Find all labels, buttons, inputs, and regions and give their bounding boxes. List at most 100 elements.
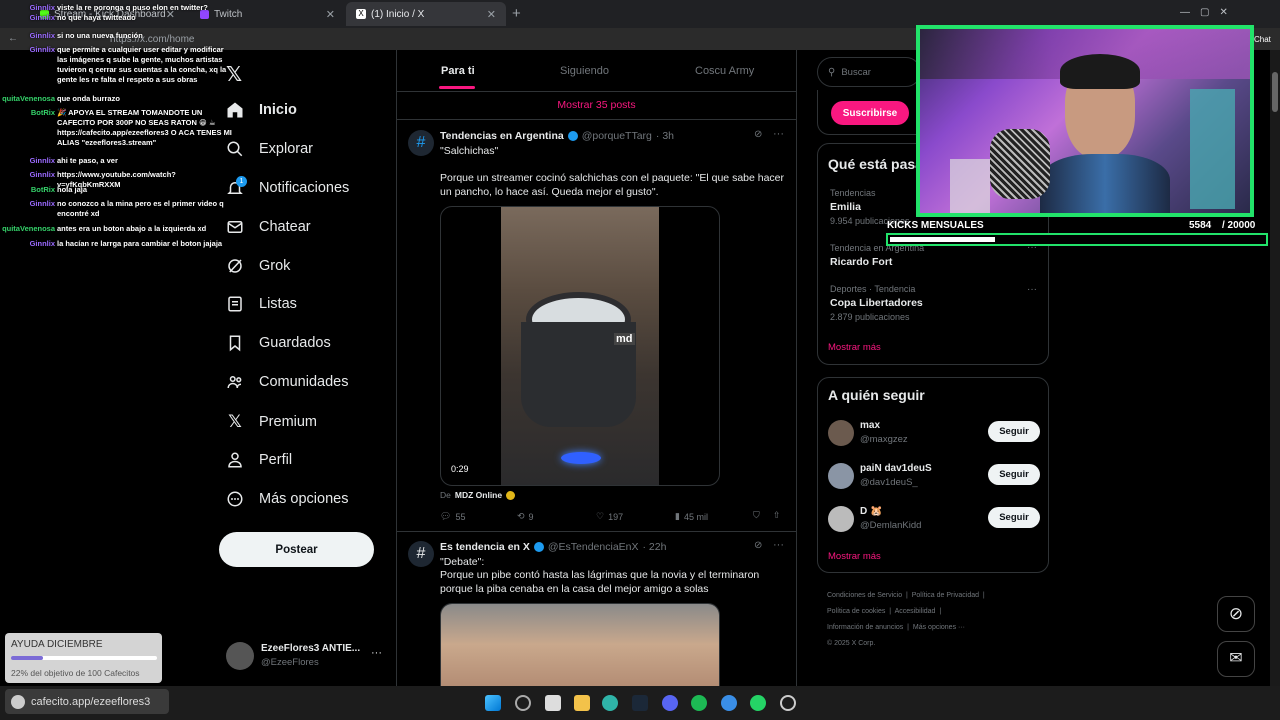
hashtag-avatar-icon[interactable]: # [408, 541, 434, 567]
search-box[interactable]: ⚲ Buscar [817, 57, 921, 87]
nav-item-explorar[interactable]: Explorar [226, 140, 313, 158]
nav-item-grok[interactable]: Grok [226, 257, 290, 275]
nav-item-premium[interactable]: 𝕏 Premium [226, 412, 317, 432]
like-action[interactable]: ♡ 197 [596, 511, 623, 522]
kicks-label: KICKS MENSUALES [887, 220, 984, 231]
subscribe-button[interactable]: Suscribirse [831, 101, 909, 125]
follow-button[interactable]: Seguir [988, 507, 1040, 528]
who-to-follow-card: A quién seguir max @maxgzez Seguir paiN … [817, 377, 1049, 573]
obs-icon[interactable] [780, 695, 796, 711]
bookmark-action[interactable]: ⛉ [753, 510, 760, 521]
post-video[interactable]: md 0:29 [440, 206, 720, 486]
app-icon[interactable] [721, 695, 737, 711]
maximize-button[interactable]: ▢ [1200, 7, 1209, 18]
chat-username[interactable]: Ginnlix [0, 3, 55, 13]
nav-label: Explorar [259, 141, 313, 157]
grok-float-button[interactable]: ⊘ [1217, 596, 1255, 632]
hashtag-avatar-icon[interactable]: # [408, 130, 434, 156]
account-handle: @EzeeFlores [261, 657, 319, 668]
grok-post-icon[interactable]: ⊘ [754, 129, 762, 140]
post-more-icon[interactable]: ··· [773, 539, 784, 551]
repost-action[interactable]: ⟲ 9 [517, 511, 534, 522]
scrollbar-thumb[interactable] [1272, 72, 1278, 112]
reply-action[interactable]: 💬︎ 55 [440, 511, 465, 522]
discord-icon[interactable] [662, 695, 678, 711]
show-new-posts[interactable]: Mostrar 35 posts [397, 92, 796, 120]
post-author[interactable]: Es tendencia en X [440, 541, 530, 553]
tab-siguiendo[interactable]: Siguiendo [560, 65, 609, 77]
chat-username[interactable]: Ginnlix [0, 156, 55, 166]
nav-item-notificaciones[interactable]: 1 Notificaciones [226, 176, 349, 197]
new-tab-button[interactable]: + [512, 5, 521, 22]
file-explorer-icon[interactable] [574, 695, 590, 711]
trends-show-more[interactable]: Mostrar más [828, 342, 881, 353]
follow-button[interactable]: Seguir [988, 464, 1040, 485]
account-more-icon[interactable]: ··· [371, 647, 382, 659]
spotify-icon[interactable] [691, 695, 707, 711]
edge-browser-icon[interactable] [602, 695, 618, 711]
footer-link[interactable]: Política de cookies [827, 608, 885, 615]
trend-item[interactable]: Deportes · Tendencia Copa Libertadores 2… [830, 284, 923, 322]
windows-start-icon[interactable] [485, 695, 501, 711]
chat-username[interactable]: Ginnlix [0, 239, 55, 249]
post-button[interactable]: Postear [219, 532, 374, 567]
tab-x-home[interactable]: X (1) Inicio / X ✕ [346, 2, 506, 26]
tab-coscu-army[interactable]: Coscu Army [695, 65, 754, 77]
whatsapp-icon[interactable] [750, 695, 766, 711]
trend-item[interactable]: Tendencia en Argentina Ricardo Fort [830, 243, 924, 271]
post-handle[interactable]: @porqueTTarg [582, 130, 652, 142]
follow-button[interactable]: Seguir [988, 421, 1040, 442]
scrollbar[interactable] [1270, 50, 1280, 686]
post-author[interactable]: Tendencias en Argentina [440, 130, 564, 142]
footer-link[interactable]: Accesibilidad [895, 608, 936, 615]
account-name[interactable]: EzeeFlores3 ANTIE... [261, 643, 360, 654]
tab-para-ti[interactable]: Para ti [441, 65, 475, 77]
views-action[interactable]: ▮ 45 mil [675, 511, 708, 522]
trend-more-icon[interactable]: ··· [1027, 284, 1037, 295]
search-taskbar-icon[interactable] [515, 695, 531, 711]
stream-chat: Ginnlix viste la re poronga q puso elon e… [0, 0, 235, 250]
follow-suggestion[interactable]: max @maxgzez Seguir [828, 418, 1040, 448]
chat-username[interactable]: Ginnlix [0, 13, 55, 23]
follow-show-more[interactable]: Mostrar más [828, 551, 881, 562]
nav-item-guardados[interactable]: Guardados [226, 334, 331, 352]
chat-username[interactable]: BotRix [0, 185, 55, 195]
footer-link[interactable]: Más opciones ··· [913, 624, 965, 631]
nav-item-chatear[interactable]: Chatear [226, 218, 311, 236]
task-view-icon[interactable] [545, 695, 561, 711]
close-tab-icon[interactable]: ✕ [326, 8, 335, 21]
nav-item-perfil[interactable]: Perfil [226, 451, 292, 469]
share-action[interactable]: ⇧ [773, 510, 781, 521]
footer-link[interactable]: Condiciones de Servicio [827, 592, 902, 599]
nav-item-comunidades[interactable]: Comunidades [226, 373, 348, 391]
close-tab-icon[interactable]: ✕ [487, 8, 496, 21]
chat-username[interactable]: Ginnlix [0, 170, 55, 180]
post-handle[interactable]: @EsTendenciaEnX [548, 541, 639, 553]
nav-item-mas-opciones[interactable]: Más opciones [226, 490, 348, 508]
account-avatar[interactable] [226, 642, 254, 670]
minimize-button[interactable]: — [1180, 7, 1190, 18]
chat-message: quitaVenenosa que onda burrazo [0, 94, 235, 104]
source-name[interactable]: MDZ Online [455, 490, 502, 500]
footer-link[interactable]: Información de anuncios [827, 624, 903, 631]
chat-username[interactable]: Ginnlix [0, 199, 55, 209]
follow-suggestion[interactable]: paiN dav1deuS @dav1deuS_ Seguir [828, 461, 1040, 491]
post-more-icon[interactable]: ··· [773, 128, 784, 140]
chat-username[interactable]: quitaVenenosa [0, 224, 55, 234]
footer-link[interactable]: Política de Privacidad [912, 592, 979, 599]
chat-username[interactable]: quitaVenenosa [0, 94, 55, 104]
steam-icon[interactable] [632, 695, 648, 711]
grok-post-icon[interactable]: ⊘ [754, 540, 762, 551]
post-image[interactable] [440, 603, 720, 693]
cup-object [950, 159, 990, 213]
nav-item-listas[interactable]: Listas [226, 295, 297, 313]
chat-username[interactable]: Ginnlix [0, 45, 55, 55]
search-input[interactable]: Buscar [841, 67, 871, 78]
mdz-watermark: md [614, 333, 635, 345]
chat-username[interactable]: Ginnlix [0, 31, 55, 41]
follow-suggestion[interactable]: D 🐹 @DemlanKidd Seguir [828, 504, 1040, 534]
chat-username[interactable]: BotRix [0, 108, 55, 118]
close-window-button[interactable]: ✕ [1219, 7, 1227, 18]
nav-item-inicio[interactable]: Inicio [226, 101, 297, 119]
messages-float-button[interactable]: ✉ [1217, 641, 1255, 677]
